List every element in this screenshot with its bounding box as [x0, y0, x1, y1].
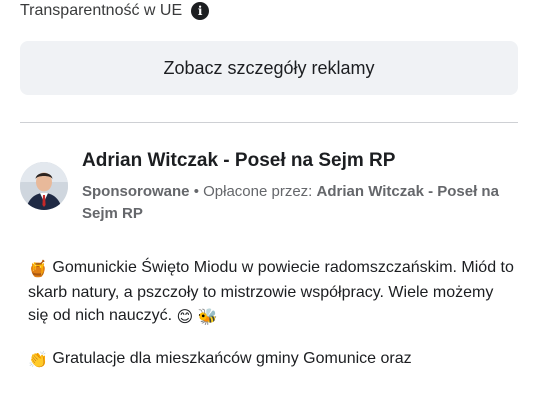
- meta-separator: •: [193, 183, 199, 200]
- sponsored-label[interactable]: Sponsorowane: [82, 183, 190, 200]
- see-ad-details-button[interactable]: Zobacz szczegóły reklamy: [20, 41, 518, 95]
- eu-transparency-row: Transparentność w UE i: [20, 0, 210, 22]
- see-ad-details-label: Zobacz szczegóły reklamy: [163, 57, 375, 78]
- post-meta: Sponsorowane • Opłacone przez: Adrian Wi…: [82, 181, 512, 225]
- smile-bee-icons: 😊 🐝: [176, 309, 218, 326]
- post-paragraph-1: 🍯 Gomunickie Święto Miodu w powiecie rad…: [28, 256, 518, 329]
- post-paragraph-2-text: Gratulacje dla mieszkańców gminy Gomunic…: [52, 350, 412, 367]
- info-icon[interactable]: i: [191, 2, 210, 20]
- divider: [20, 122, 518, 123]
- post-paragraph-2: 👏 Gratulacje dla mieszkańców gminy Gomun…: [28, 347, 518, 372]
- profile-photo-icon: [20, 162, 68, 210]
- honey-pot-icon: 🍯: [28, 261, 48, 278]
- post-paragraph-1-text: Gomunickie Święto Miodu w powiecie radom…: [28, 259, 514, 324]
- eu-transparency-label: Transparentność w UE: [20, 2, 183, 19]
- paid-by-prefix: Opłacone przez:: [203, 183, 313, 200]
- clapping-hands-icon: 👏: [28, 352, 48, 369]
- post-author-name[interactable]: Adrian Witczak - Poseł na Sejm RP: [82, 150, 395, 172]
- avatar[interactable]: [20, 162, 68, 210]
- post-body: 🍯 Gomunickie Święto Miodu w powiecie rad…: [28, 256, 518, 390]
